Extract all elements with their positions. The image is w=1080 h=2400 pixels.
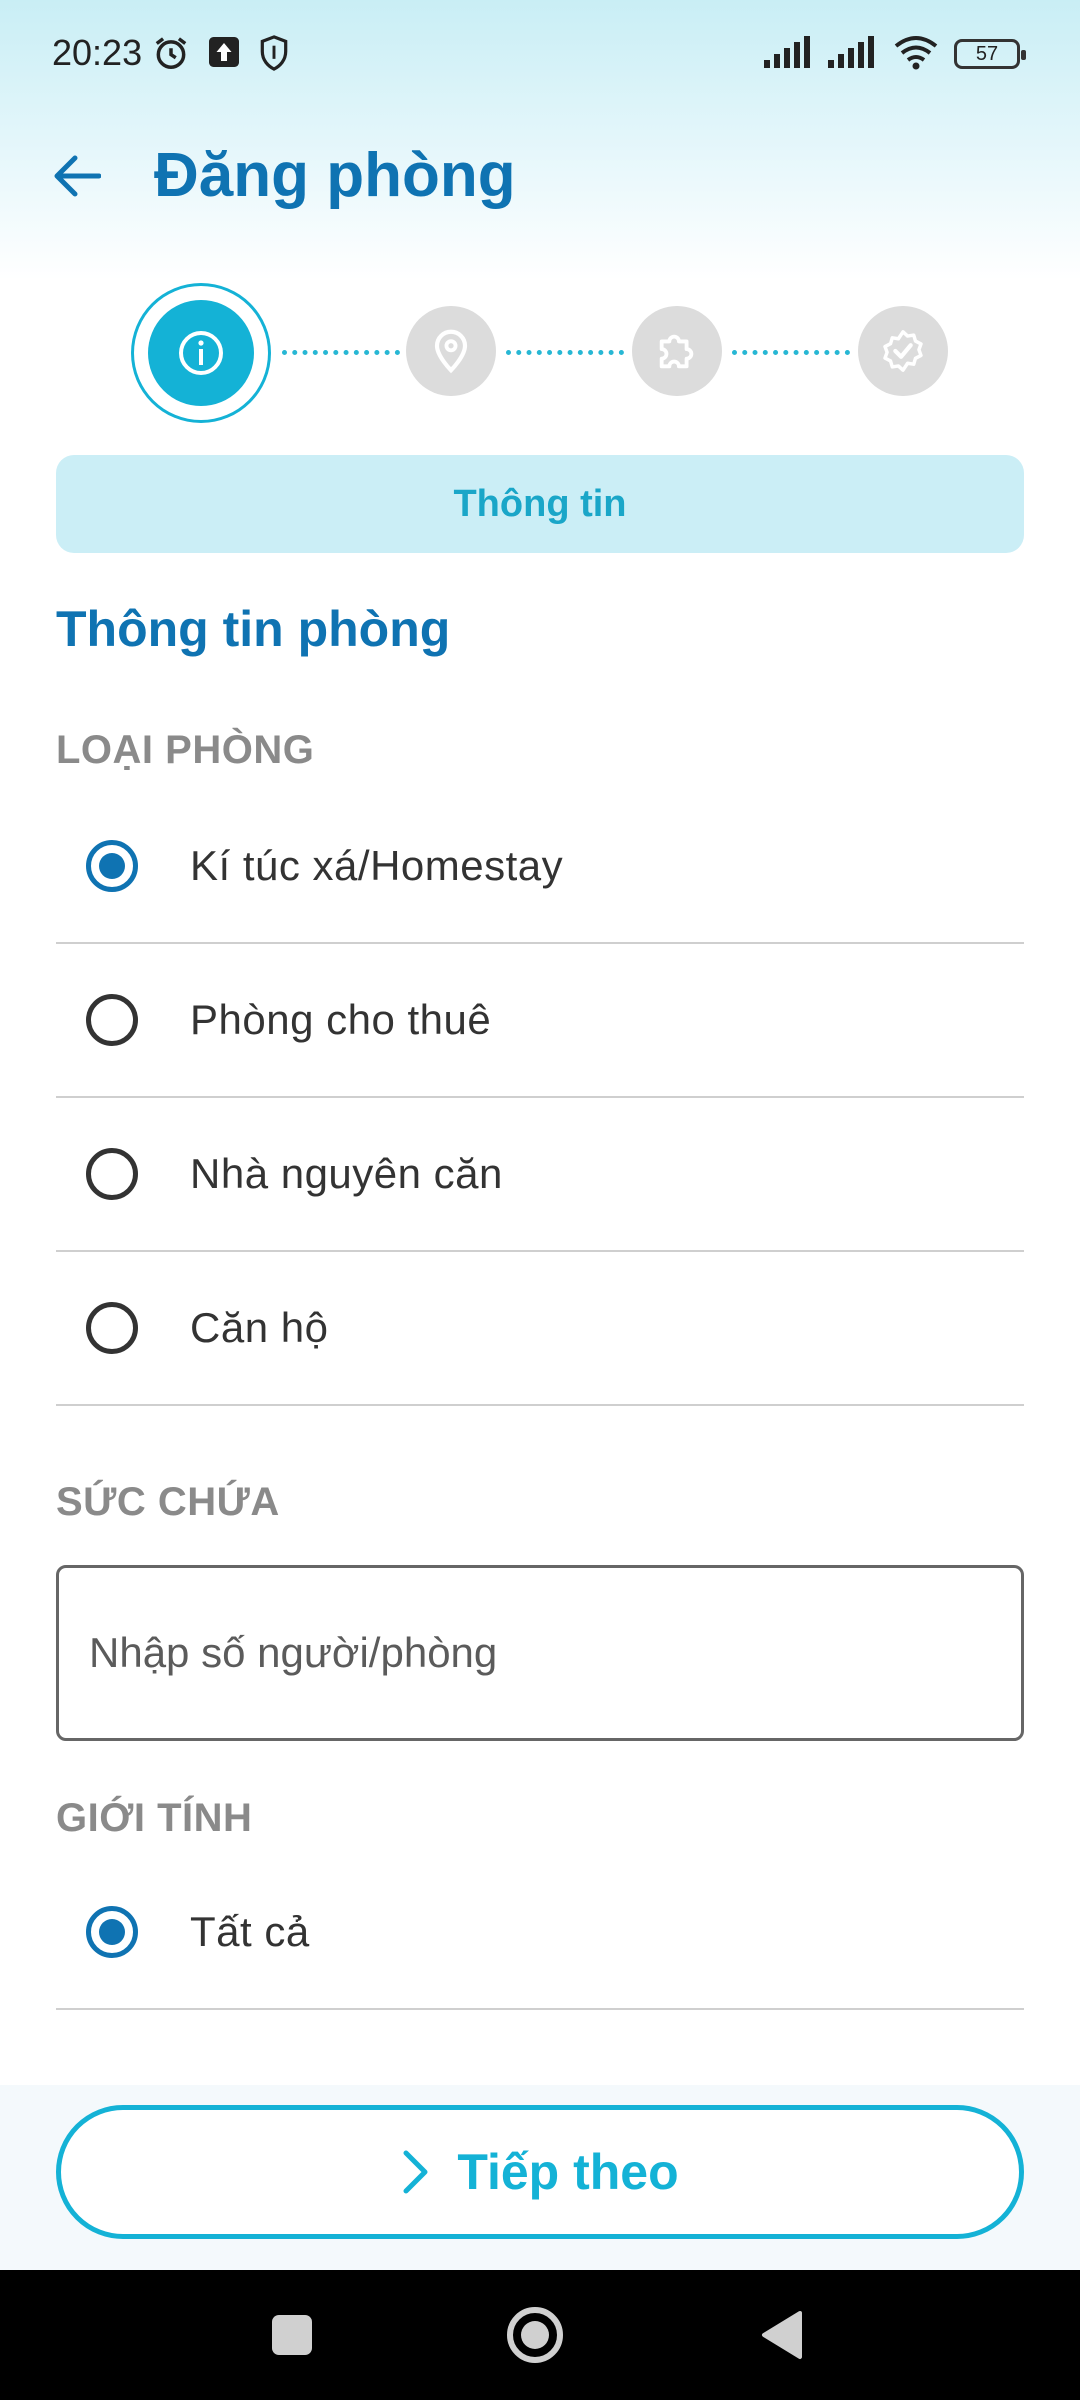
radio-label: Tất cả xyxy=(190,1908,310,1955)
app-bar: Đăng phòng xyxy=(0,120,1080,230)
page-title: Đăng phòng xyxy=(154,141,516,210)
section-heading: Thông tin phòng xyxy=(56,601,451,657)
radio-button-checked[interactable] xyxy=(86,840,138,892)
room-type-option-rental-room[interactable]: Phòng cho thuê xyxy=(56,944,1024,1098)
wifi-icon xyxy=(892,34,940,75)
section-tab-info: Thông tin xyxy=(56,455,1024,553)
alarm-icon xyxy=(152,34,190,77)
room-type-option-apartment[interactable]: Căn hộ xyxy=(56,1252,1024,1406)
radio-button-checked[interactable] xyxy=(86,1906,138,1958)
step-connector xyxy=(506,350,624,355)
square-icon xyxy=(272,2315,312,2355)
chevron-right-icon xyxy=(403,2150,428,2194)
location-pin-icon xyxy=(434,329,468,374)
radio-label: Kí túc xá/Homestay xyxy=(190,842,564,889)
next-button[interactable]: Tiếp theo xyxy=(56,2105,1024,2239)
room-type-option-homestay[interactable]: Kí túc xá/Homestay xyxy=(56,790,1024,944)
radio-button[interactable] xyxy=(86,1148,138,1200)
gender-label: GIỚI TÍNH xyxy=(56,1796,253,1840)
progress-stepper xyxy=(0,280,1080,420)
back-button[interactable] xyxy=(44,144,108,208)
step-info[interactable] xyxy=(148,300,254,406)
radio-label: Nhà nguyên căn xyxy=(190,1150,503,1197)
home-button[interactable] xyxy=(505,2305,565,2365)
step-connector xyxy=(732,350,850,355)
verified-badge-icon xyxy=(883,330,923,372)
step-amenities[interactable] xyxy=(632,306,722,396)
radio-label: Phòng cho thuê xyxy=(190,996,492,1043)
shield-icon xyxy=(256,34,292,77)
next-button-label: Tiếp theo xyxy=(457,2144,679,2200)
battery-level: 57 xyxy=(975,42,999,65)
puzzle-icon xyxy=(659,334,694,369)
home-circle-icon xyxy=(507,2307,563,2363)
signal-icon-2 xyxy=(828,35,878,73)
signal-icon xyxy=(764,35,814,73)
room-type-option-whole-house[interactable]: Nhà nguyên căn xyxy=(56,1098,1024,1252)
step-confirm[interactable] xyxy=(858,306,948,396)
triangle-back-icon xyxy=(762,2311,802,2359)
radio-button[interactable] xyxy=(86,1302,138,1354)
step-location[interactable] xyxy=(406,306,496,396)
gender-option-all[interactable]: Tất cả xyxy=(56,1856,1024,2010)
step-connector xyxy=(282,350,400,355)
upload-icon xyxy=(206,34,242,75)
recents-button[interactable] xyxy=(262,2305,322,2365)
radio-button[interactable] xyxy=(86,994,138,1046)
info-icon xyxy=(179,331,223,375)
radio-label: Căn hộ xyxy=(190,1304,329,1351)
status-right-group: 57 xyxy=(764,34,1026,75)
room-type-label: LOẠI PHÒNG xyxy=(56,728,315,772)
capacity-label: SỨC CHỨA xyxy=(56,1480,280,1524)
system-nav-bar xyxy=(0,2270,1080,2400)
screen: 20:23 57 Đăng phòng Thông tin Thông tin … xyxy=(0,0,1080,2400)
status-time: 20:23 xyxy=(52,32,143,73)
battery-indicator: 57 xyxy=(954,39,1026,69)
back-nav-button[interactable] xyxy=(752,2305,812,2365)
arrow-left-icon xyxy=(54,155,101,197)
capacity-input[interactable] xyxy=(56,1565,1024,1741)
status-bar: 20:23 57 xyxy=(0,0,1080,110)
